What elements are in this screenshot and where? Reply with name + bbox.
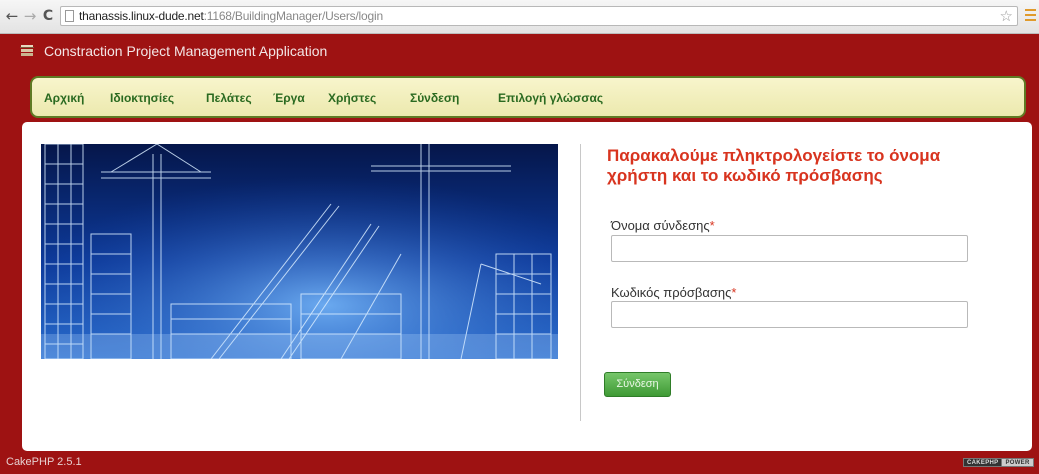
- required-mark: *: [709, 218, 715, 233]
- login-button[interactable]: Σύνδεση: [604, 372, 671, 397]
- nav-item-home[interactable]: Αρχική: [44, 91, 84, 105]
- back-icon[interactable]: ←: [4, 8, 20, 24]
- password-input[interactable]: [611, 301, 968, 328]
- username-input[interactable]: [611, 235, 968, 262]
- app-title: Constraction Project Management Applicat…: [44, 43, 328, 59]
- nav-item-customers[interactable]: Πελάτες: [206, 91, 252, 105]
- url-host: thanassis.linux-dude.net: [79, 9, 204, 23]
- browser-menu-icon[interactable]: [1025, 9, 1036, 21]
- url-text: thanassis.linux-dude.net:1168/BuildingMa…: [79, 9, 383, 23]
- column-divider: [580, 144, 581, 421]
- nav-item-language[interactable]: Επιλογή γλώσσας: [498, 91, 603, 105]
- badge-right-text: POWER: [1002, 458, 1034, 467]
- nav-item-login[interactable]: Σύνδεση: [410, 91, 459, 105]
- construction-cranes-image: [41, 144, 558, 359]
- address-bar[interactable]: thanassis.linux-dude.net:1168/BuildingMa…: [60, 6, 1018, 26]
- url-path: :1168/BuildingManager/Users/login: [203, 9, 383, 23]
- badge-left-text: CAKEPHP: [963, 458, 1003, 467]
- required-mark: *: [731, 285, 737, 300]
- main-nav: Αρχική Ιδιοκτησίες Πελάτες Έργα Χρήστες …: [30, 76, 1026, 118]
- main-content: Παρακαλούμε πληκτρολογείστε το όνομα χρή…: [22, 122, 1032, 451]
- page-icon: [65, 10, 74, 22]
- password-label-text: Κωδικός πρόσβασης: [611, 285, 732, 300]
- username-label: Όνομα σύνδεσης*: [611, 218, 715, 233]
- reload-icon[interactable]: C: [40, 8, 56, 24]
- footer-version: CakePHP 2.5.1: [6, 456, 82, 468]
- forward-icon[interactable]: →: [22, 8, 38, 24]
- app-logo-icon: [20, 45, 34, 56]
- bookmark-star-icon[interactable]: ☆: [1000, 7, 1013, 25]
- username-label-text: Όνομα σύνδεσης: [611, 218, 710, 233]
- login-heading: Παρακαλούμε πληκτρολογείστε το όνομα χρή…: [607, 146, 941, 185]
- nav-item-projects[interactable]: Έργα: [273, 91, 305, 105]
- app-header: Constraction Project Management Applicat…: [0, 34, 1039, 72]
- nav-item-users[interactable]: Χρήστες: [328, 91, 376, 105]
- cakephp-power-badge[interactable]: CAKEPHP POWER: [963, 458, 1034, 467]
- browser-toolbar: ← → C thanassis.linux-dude.net:1168/Buil…: [0, 0, 1039, 34]
- nav-item-properties[interactable]: Ιδιοκτησίες: [110, 91, 174, 105]
- password-label: Κωδικός πρόσβασης*: [611, 285, 736, 300]
